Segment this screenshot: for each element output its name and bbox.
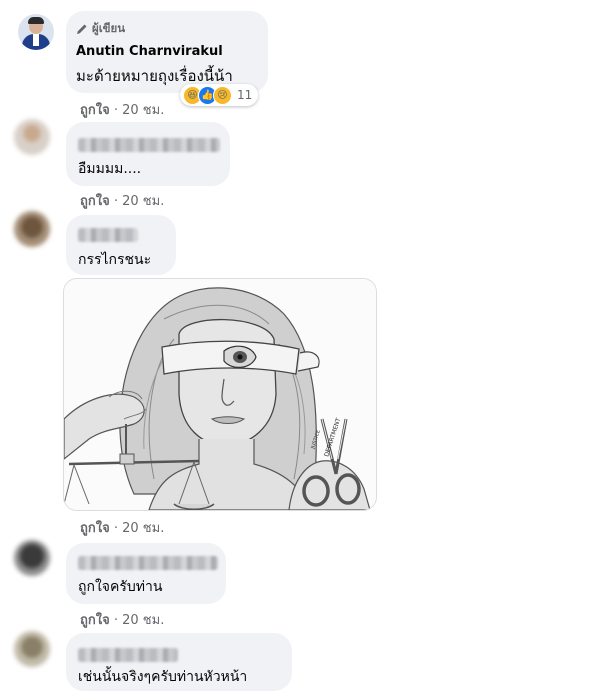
commenter-avatar[interactable] — [14, 631, 50, 667]
comment-meta: ถูกใจ · 20 ชม. — [80, 194, 165, 209]
like-button[interactable]: ถูกใจ — [80, 194, 110, 209]
comment-time[interactable]: 20 ชม. — [122, 103, 164, 118]
commenter-avatar[interactable] — [14, 540, 50, 576]
comment-time[interactable]: 20 ชม. — [122, 613, 164, 628]
commenter-avatar[interactable] — [14, 119, 50, 155]
comment-meta: ถูกใจ · 20 ชม. — [80, 613, 165, 628]
comment-author-name[interactable]: Anutin Charnvirakul — [76, 44, 223, 59]
author-badge-label: ผู้เขียน — [92, 21, 126, 35]
reaction-count: 11 — [237, 88, 253, 102]
comment-meta: ถูกใจ · 20 ชม. — [80, 521, 165, 536]
like-button[interactable]: ถูกใจ — [80, 103, 110, 118]
commenter-name-redacted[interactable] — [78, 138, 220, 152]
comment-time[interactable]: 20 ชม. — [122, 194, 164, 209]
author-avatar[interactable] — [18, 14, 54, 50]
comment-time[interactable]: 20 ชม. — [122, 521, 164, 536]
reaction-summary[interactable]: 😆 👍 😢 11 — [180, 84, 259, 106]
commenter-name-redacted[interactable] — [78, 556, 218, 570]
comment-text: เช่นนั้นจริงๆครับท่านหัวหน้า — [78, 669, 248, 685]
sad-reaction-icon: 😢 — [213, 85, 232, 105]
commenter-name-redacted[interactable] — [78, 228, 138, 242]
author-badge: ผู้เขียน — [76, 20, 125, 38]
comment-text: กรรไกรชนะ — [78, 252, 152, 268]
comment-image[interactable]: DEPARTMENT JUSTICE — [63, 278, 377, 511]
lady-justice-illustration: DEPARTMENT JUSTICE — [64, 279, 376, 510]
pencil-icon — [77, 24, 87, 34]
comment-text: ถูกใจครับท่าน — [78, 579, 163, 595]
like-button[interactable]: ถูกใจ — [80, 613, 110, 628]
comment-meta: ถูกใจ · 20 ชม. — [80, 103, 165, 118]
commenter-name-redacted[interactable] — [78, 648, 178, 662]
like-button[interactable]: ถูกใจ — [80, 521, 110, 536]
comment-text: อืมมมม.... — [78, 161, 142, 177]
commenter-avatar[interactable] — [14, 211, 50, 247]
